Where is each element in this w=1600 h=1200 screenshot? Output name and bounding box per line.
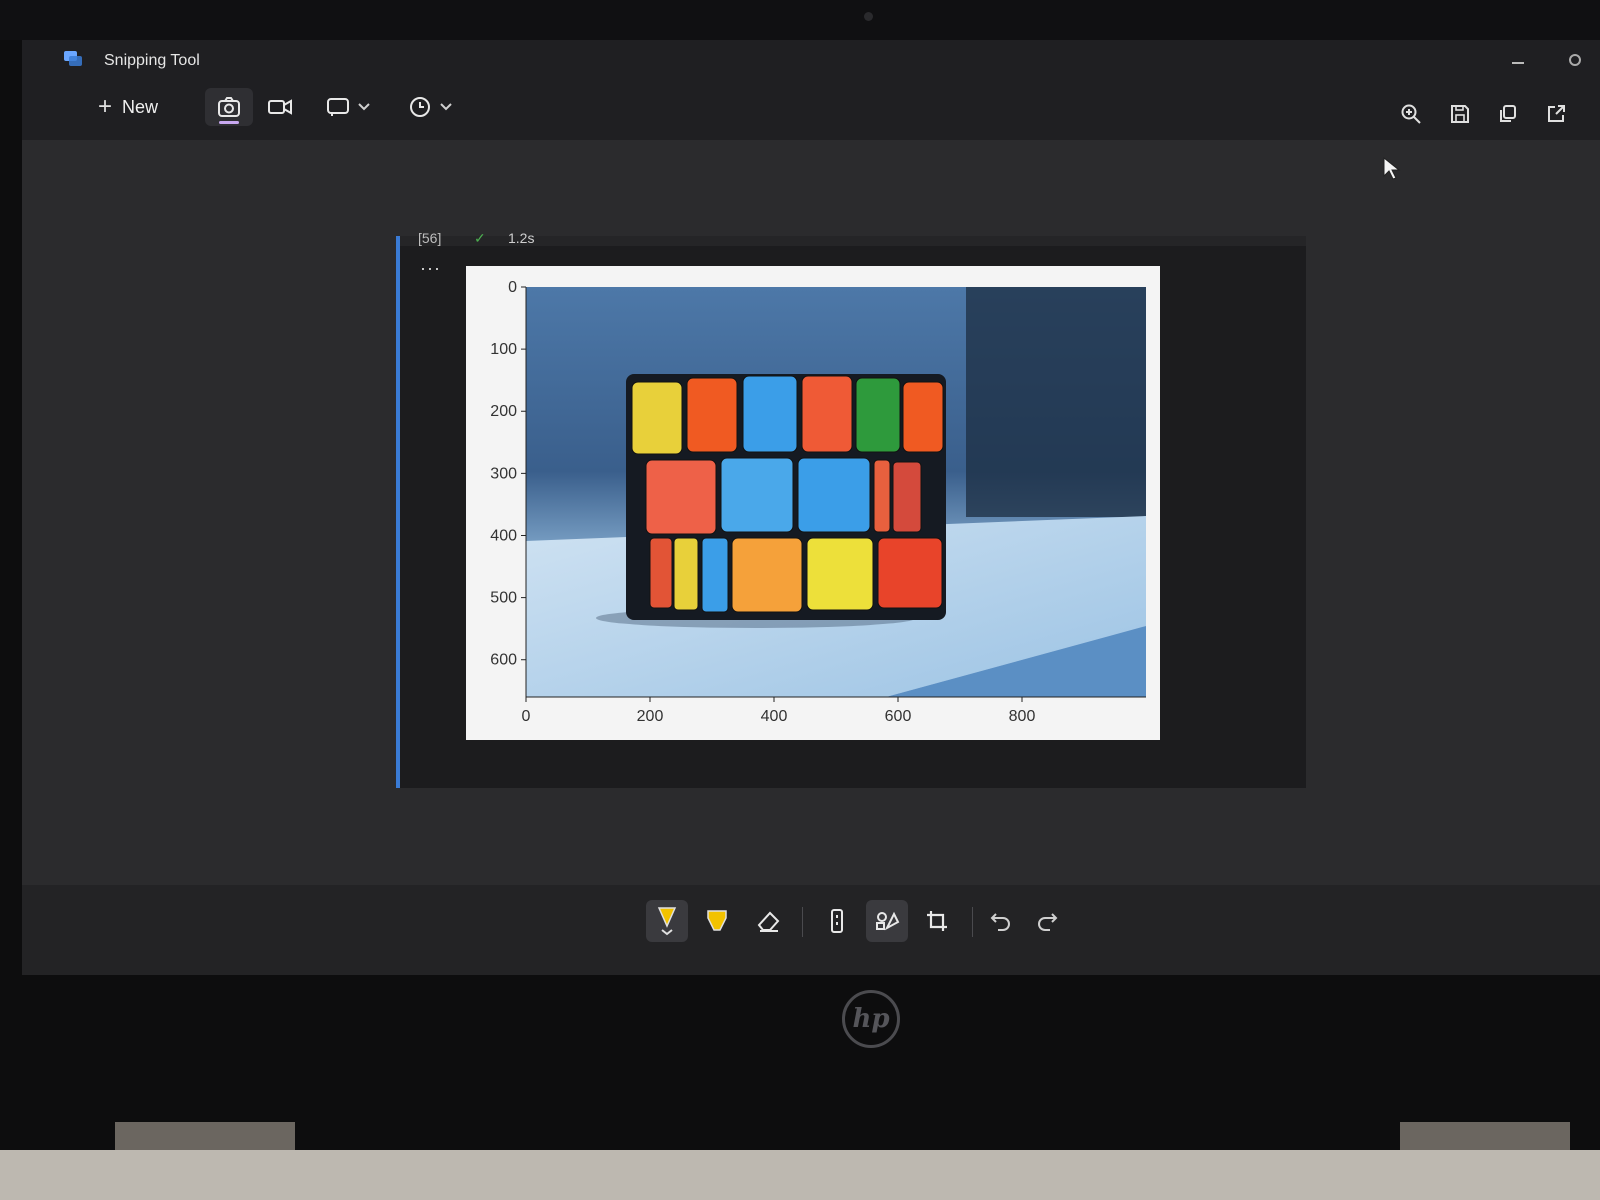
chevron-down-icon [358,103,370,111]
save-button[interactable] [1446,100,1474,128]
hp-logo: hp [842,990,900,1048]
y-tick-label: 200 [490,403,517,420]
minimize-icon[interactable] [1512,62,1524,64]
highlighter-button[interactable] [696,900,738,942]
active-mode-indicator [219,121,239,124]
matplotlib-figure: 0 200 400 600 800 0 100 200 300 400 500 600 [466,266,1160,740]
screenshot-mode-button[interactable] [205,88,253,126]
execution-count: [56] [418,230,442,246]
eraser-icon [757,911,780,932]
maximize-icon[interactable] [1569,54,1581,66]
clock-icon [410,97,430,117]
ruler-icon [831,909,843,933]
cell-status-strip [400,236,1306,246]
laptop-base [0,1150,1600,1200]
ballpoint-pen-button[interactable] [646,900,688,942]
chevron-down-icon [440,103,452,111]
plus-icon: + [98,93,113,120]
app-title: Snipping Tool [104,52,200,69]
y-tick-label: 0 [508,279,517,296]
image-plot: 0 200 400 600 800 0 100 200 300 400 500 600 [490,279,1146,725]
new-snip-button[interactable]: + New [78,88,178,126]
toolbar-divider [972,907,973,937]
save-icon [1451,105,1469,123]
zoom-in-icon [1401,104,1421,124]
x-ticks: 0 200 400 600 800 [522,697,1036,725]
redo-button[interactable] [1026,900,1068,942]
timer-dropdown[interactable] [400,88,460,126]
x-tick-label: 200 [637,708,664,725]
success-check-icon: ✓ [474,230,486,246]
y-tick-label: 100 [490,341,517,358]
x-tick-label: 400 [761,708,788,725]
y-tick-label: 400 [490,527,517,544]
captured-snip: [56] ✓ 1.2s ··· 0 200 400 600 800 0 100 … [396,230,1306,788]
shapes-icon [876,911,900,931]
eraser-button[interactable] [748,900,790,942]
rectangle-snip-icon [327,98,349,116]
x-tick-label: 0 [522,708,531,725]
x-tick-label: 600 [885,708,912,725]
laptop-bezel-top [0,0,1600,40]
hp-logo-text: hp [852,1004,890,1034]
toolbar-divider [802,907,803,937]
undo-button[interactable] [980,900,1022,942]
y-ticks: 0 100 200 300 400 500 600 [490,279,526,669]
rubiks-cube-photo [526,287,1146,697]
snip-shape-dropdown[interactable] [318,88,378,126]
cell-more-actions[interactable]: ··· [420,258,441,279]
redo-icon [1038,913,1058,931]
zoom-button[interactable] [1397,100,1425,128]
y-tick-label: 600 [490,652,517,669]
video-mode-button[interactable] [258,88,302,126]
undo-icon [990,913,1010,931]
webcam-icon [864,12,873,21]
title-bar: Snipping Tool + New [22,40,1600,140]
share-icon [1548,105,1565,122]
video-icon [268,99,292,115]
camera-icon [218,97,240,117]
highlighter-icon [707,910,727,931]
shapes-button[interactable] [866,900,908,942]
crop-button[interactable] [916,900,958,942]
x-tick-label: 800 [1009,708,1036,725]
copy-button[interactable] [1494,100,1522,128]
crop-icon [927,911,947,931]
copy-icon [1500,105,1516,122]
markup-toolbar [22,885,1600,975]
y-tick-label: 500 [490,590,517,607]
snipping-tool-window: Snipping Tool + New [56] ✓ 1.2s ··· 0 20… [22,40,1600,975]
y-tick-label: 300 [490,465,517,482]
new-button-label: New [122,96,159,117]
cell-selection-bar [396,236,400,788]
share-button[interactable] [1542,100,1570,128]
ballpoint-pen-icon [657,907,677,936]
execution-time: 1.2s [508,230,535,246]
snipping-tool-app-icon [64,51,82,66]
mouse-cursor-icon [1383,157,1401,180]
ruler-button[interactable] [816,900,858,942]
